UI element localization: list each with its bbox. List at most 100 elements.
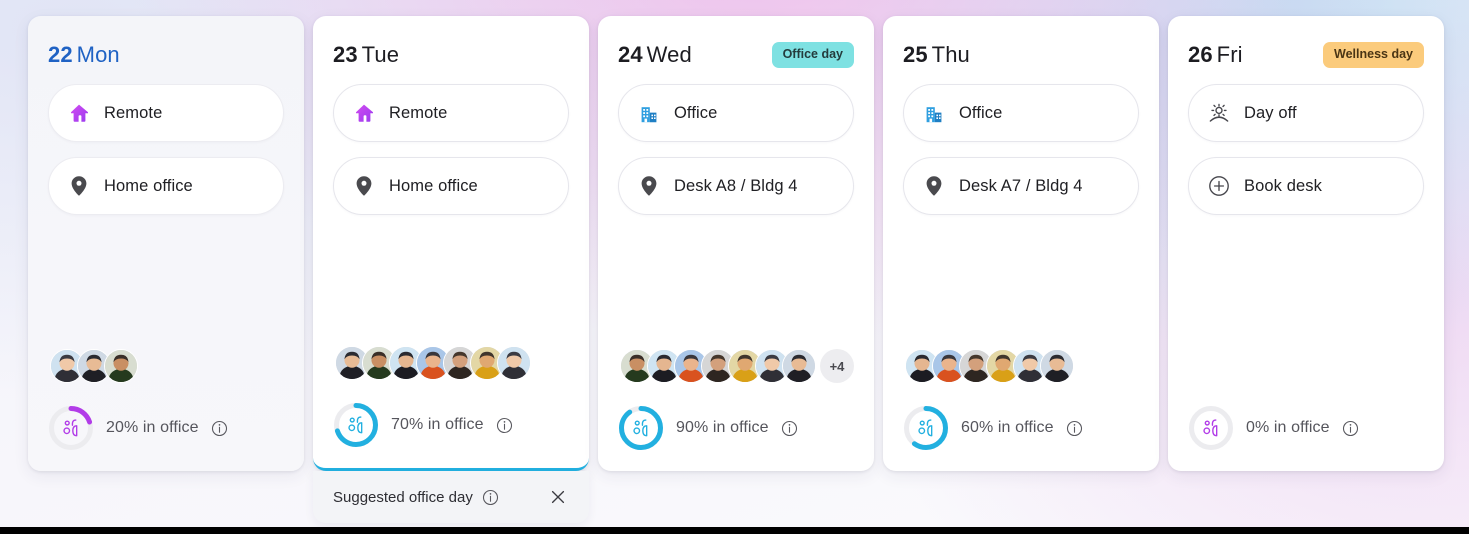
day-type-badge[interactable]: Office day: [771, 42, 854, 68]
home-icon: [352, 101, 376, 125]
occupancy-footer: 70% in office: [333, 400, 569, 450]
occupancy-footer: 20% in office: [48, 403, 284, 453]
date-number: 22: [48, 42, 73, 67]
people-icon: [618, 405, 664, 451]
occupancy-donut-chart: [618, 405, 664, 451]
day-date-label: 25 Thu: [903, 42, 970, 68]
people-icon: [48, 405, 94, 451]
occupancy-percent-label: 60% in office: [961, 419, 1054, 436]
day-option-row[interactable]: Day off: [1188, 84, 1424, 142]
occupancy-donut-chart: [333, 402, 379, 448]
day-card-header: 26 Fri Wellness day: [1188, 38, 1424, 72]
attendee-avatar-stack[interactable]: +4: [618, 348, 854, 384]
day-of-week: Fri: [1216, 42, 1243, 67]
day-of-week: Wed: [646, 42, 692, 67]
day-option-row[interactable]: Desk A8 / Bldg 4: [618, 157, 854, 215]
occupancy-percent-label: 70% in office: [391, 416, 484, 433]
attendee-avatar-stack[interactable]: [1188, 348, 1424, 384]
date-number: 24: [618, 42, 643, 67]
avatar[interactable]: [1040, 349, 1074, 383]
office-building-icon: [637, 101, 661, 125]
home-icon: [67, 101, 91, 125]
day-option-label: Remote: [389, 103, 448, 122]
day-card-list: 22 Mon Remote Home office 20% in office 23 Tue…: [28, 16, 1444, 523]
sunrise-icon: [1207, 101, 1231, 125]
card-spacer: [48, 230, 284, 348]
info-icon[interactable]: [1342, 420, 1359, 437]
day-option-label: Desk A7 / Bldg 4: [959, 176, 1083, 195]
day-option-row[interactable]: Desk A7 / Bldg 4: [903, 157, 1139, 215]
day-card-slot: 24 Wed Office day Office Desk A8 / Bldg 4 +4 9…: [598, 16, 874, 523]
day-card-header: 24 Wed Office day: [618, 38, 854, 72]
people-icon: [333, 402, 379, 448]
day-date-label: 26 Fri: [1188, 42, 1243, 68]
occupancy-donut-chart: [48, 405, 94, 451]
day-card[interactable]: 22 Mon Remote Home office 20% in office: [28, 16, 304, 471]
day-option-label: Home office: [104, 176, 193, 195]
location-pin-icon: [922, 174, 946, 198]
day-card[interactable]: 25 Thu Office Desk A7 / Bldg 4 60% in office: [883, 16, 1159, 471]
day-card-header: 23 Tue: [333, 38, 569, 72]
banner-label: Suggested office day: [333, 488, 473, 506]
close-icon[interactable]: [547, 486, 569, 508]
occupancy-percent-label: 90% in office: [676, 419, 769, 436]
day-card[interactable]: 23 Tue Remote Home office 70% in office: [313, 16, 589, 471]
date-number: 25: [903, 42, 928, 67]
info-icon[interactable]: [482, 489, 499, 506]
attendee-avatar-stack[interactable]: [48, 348, 284, 384]
date-number: 23: [333, 42, 358, 67]
day-option-label: Desk A8 / Bldg 4: [674, 176, 798, 195]
occupancy-donut-chart: [1188, 405, 1234, 451]
day-option-row[interactable]: Book desk: [1188, 157, 1424, 215]
card-spacer: [333, 230, 569, 345]
card-spacer: [903, 230, 1139, 348]
day-card-slot: 22 Mon Remote Home office 20% in office: [28, 16, 304, 523]
attendee-avatar-stack[interactable]: [903, 348, 1139, 384]
info-icon[interactable]: [1066, 420, 1083, 437]
occupancy-footer: 60% in office: [903, 403, 1139, 453]
info-icon[interactable]: [496, 417, 513, 434]
attendee-avatar-stack[interactable]: [333, 345, 569, 381]
day-of-week: Tue: [361, 42, 400, 67]
occupancy-footer: 0% in office: [1188, 403, 1424, 453]
occupancy-donut-chart: [903, 405, 949, 451]
info-icon[interactable]: [211, 420, 228, 437]
people-icon: [903, 405, 949, 451]
day-option-label: Office: [959, 103, 1003, 122]
schedule-week-view: 22 Mon Remote Home office 20% in office 23 Tue…: [0, 0, 1469, 534]
location-pin-icon: [637, 174, 661, 198]
day-type-badge[interactable]: Wellness day: [1323, 42, 1424, 68]
plus-circle-icon: [1207, 174, 1231, 198]
occupancy-percent-label: 20% in office: [106, 419, 199, 436]
info-icon[interactable]: [781, 420, 798, 437]
day-card[interactable]: 24 Wed Office day Office Desk A8 / Bldg 4 +4 9…: [598, 16, 874, 471]
day-option-row[interactable]: Remote: [48, 84, 284, 142]
day-card-header: 22 Mon: [48, 38, 284, 72]
bottom-bar: [0, 527, 1469, 534]
day-card-slot: 26 Fri Wellness day Day off Book desk 0% in o…: [1168, 16, 1444, 523]
day-option-label: Home office: [389, 176, 478, 195]
day-option-row[interactable]: Home office: [48, 157, 284, 215]
people-icon: [1188, 405, 1234, 451]
day-option-row[interactable]: Office: [903, 84, 1139, 142]
day-option-label: Day off: [1244, 103, 1297, 122]
location-pin-icon: [67, 174, 91, 198]
location-pin-icon: [352, 174, 376, 198]
avatar[interactable]: [104, 349, 138, 383]
day-card[interactable]: 26 Fri Wellness day Day off Book desk 0% in o…: [1168, 16, 1444, 471]
day-date-label: 24 Wed: [618, 42, 692, 68]
day-option-row[interactable]: Home office: [333, 157, 569, 215]
day-option-label: Office: [674, 103, 718, 122]
day-date-label: 22 Mon: [48, 42, 120, 68]
date-number: 26: [1188, 42, 1213, 67]
day-option-label: Remote: [104, 103, 163, 122]
occupancy-footer: 90% in office: [618, 403, 854, 453]
avatar-overflow-count[interactable]: +4: [820, 349, 854, 383]
day-of-week: Mon: [76, 42, 120, 67]
day-option-row[interactable]: Office: [618, 84, 854, 142]
day-option-row[interactable]: Remote: [333, 84, 569, 142]
day-of-week: Thu: [931, 42, 970, 67]
day-card-slot: 25 Thu Office Desk A7 / Bldg 4 60% in office: [883, 16, 1159, 523]
avatar[interactable]: [497, 346, 531, 380]
avatar[interactable]: [782, 349, 816, 383]
